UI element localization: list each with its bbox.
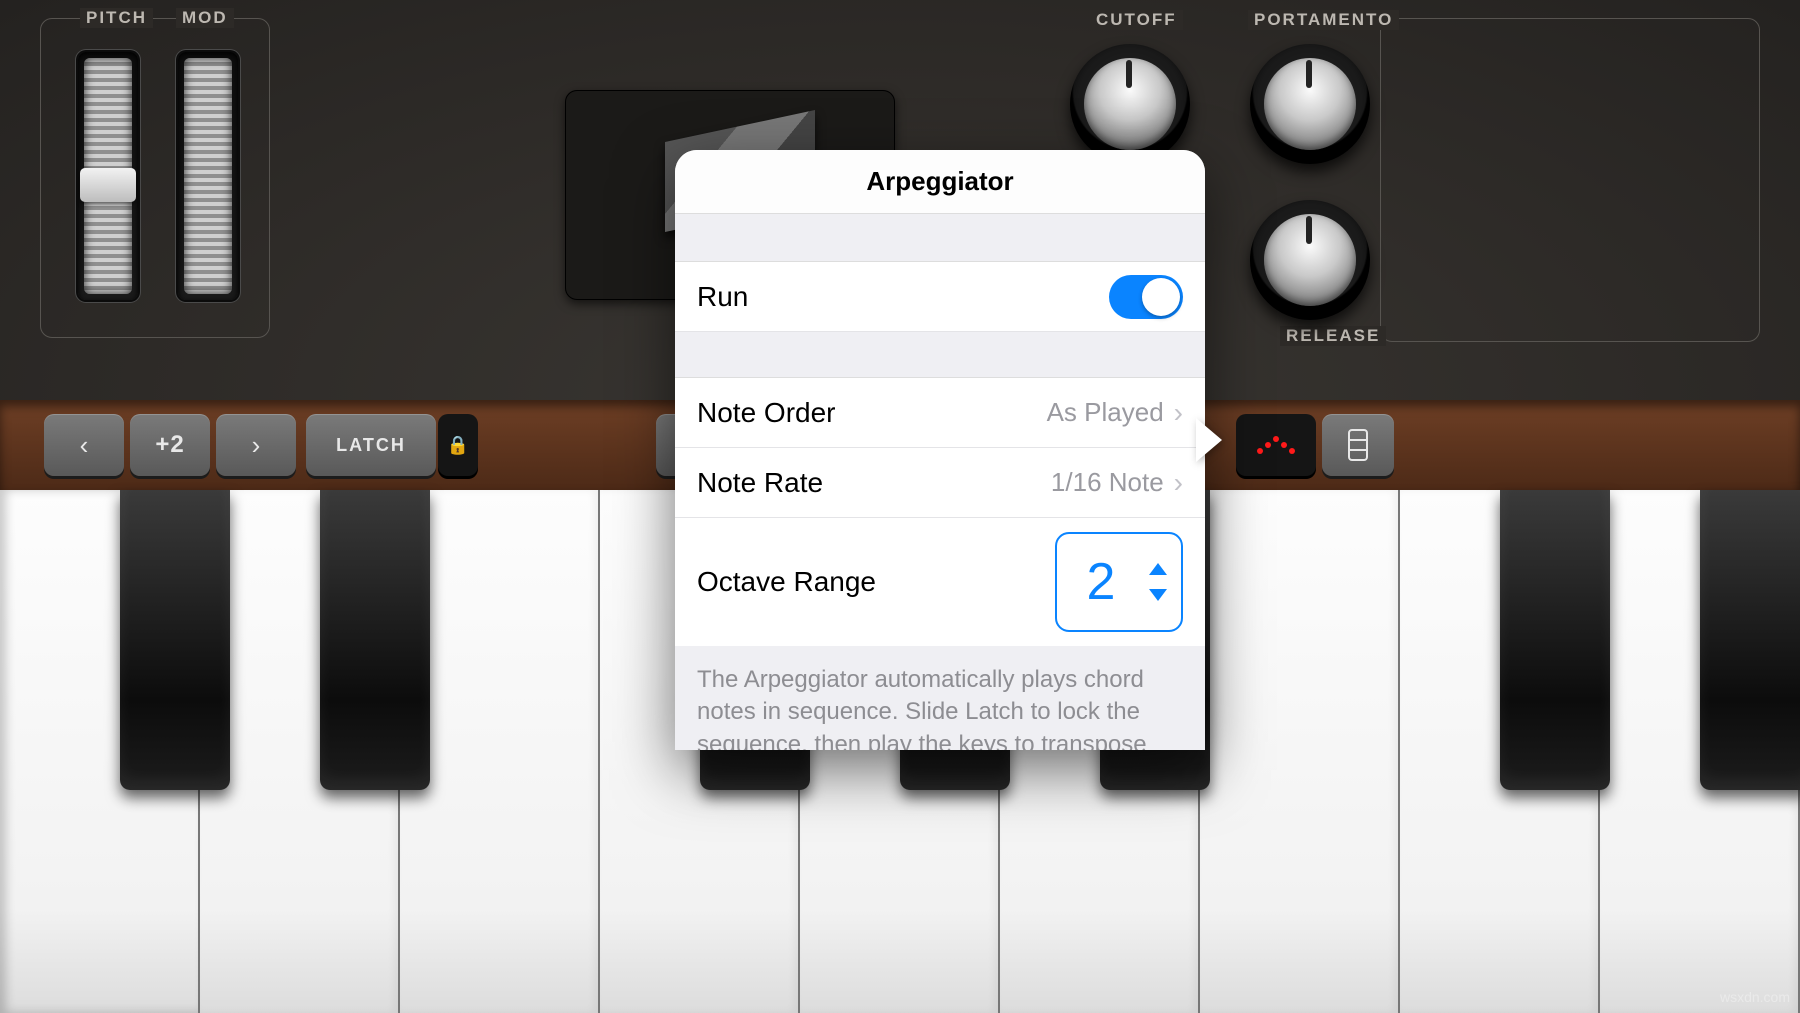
note-rate-row[interactable]: Note Rate 1/16 Note ›: [675, 448, 1205, 518]
popup-arrow-icon: [1196, 418, 1222, 462]
stepper-down-icon[interactable]: [1149, 589, 1167, 601]
pitch-label: PITCH: [80, 8, 153, 28]
octave-range-value: 2: [1071, 552, 1131, 612]
white-key[interactable]: [400, 490, 600, 1013]
note-rate-value: 1/16 Note: [1051, 467, 1164, 498]
latch-label: LATCH: [336, 435, 406, 456]
white-key[interactable]: [1200, 490, 1400, 1013]
stepper-up-icon[interactable]: [1149, 563, 1167, 575]
note-order-row[interactable]: Note Order As Played ›: [675, 378, 1205, 448]
popup-section-gap: [675, 332, 1205, 378]
mod-label: MOD: [176, 8, 234, 28]
octave-offset-value: +2: [155, 431, 184, 459]
octave-offset-display[interactable]: +2: [130, 414, 210, 476]
octave-range-label: Octave Range: [697, 566, 876, 598]
run-label: Run: [697, 281, 748, 313]
black-key[interactable]: [1500, 490, 1610, 790]
mod-wheel[interactable]: [178, 52, 238, 300]
keyboard-layout-icon: [1347, 428, 1369, 462]
black-key[interactable]: [120, 490, 230, 790]
octave-down-button[interactable]: ‹: [44, 414, 124, 476]
chevron-right-icon: ›: [1174, 397, 1183, 429]
run-toggle[interactable]: [1109, 275, 1183, 319]
release-knob[interactable]: [1250, 200, 1370, 320]
note-order-label: Note Order: [697, 397, 836, 429]
arpeggiator-icon: [1256, 435, 1296, 455]
note-rate-label: Note Rate: [697, 467, 823, 499]
release-label: RELEASE: [1280, 326, 1386, 346]
octave-range-stepper[interactable]: 2: [1055, 532, 1183, 632]
chevron-left-icon: ‹: [80, 430, 89, 461]
popup-title: Arpeggiator: [675, 150, 1205, 214]
cutoff-label: CUTOFF: [1090, 10, 1183, 30]
lock-icon: 🔒: [447, 435, 469, 456]
pitch-wheel[interactable]: [78, 52, 138, 300]
octave-up-button[interactable]: ›: [216, 414, 296, 476]
portamento-label: PORTAMENTO: [1248, 10, 1399, 30]
watermark: wsxdn.com: [1720, 989, 1790, 1005]
latch-button[interactable]: LATCH: [306, 414, 436, 476]
cutoff-knob[interactable]: [1070, 44, 1190, 164]
knobs-frame: [1380, 18, 1760, 342]
popup-description: The Arpeggiator automatically plays chor…: [675, 646, 1205, 750]
chevron-right-icon: ›: [1174, 467, 1183, 499]
arpeggiator-popup: Arpeggiator Run Note Order As Played › N…: [675, 150, 1205, 750]
octave-range-row: Octave Range 2: [675, 518, 1205, 646]
keyboard-layout-button[interactable]: [1322, 414, 1394, 476]
black-key[interactable]: [320, 490, 430, 790]
note-order-value: As Played: [1047, 397, 1164, 428]
lock-button[interactable]: 🔒: [438, 414, 478, 476]
arpeggiator-button[interactable]: [1236, 414, 1316, 476]
black-key[interactable]: [1700, 490, 1800, 790]
popup-section-gap: [675, 214, 1205, 262]
portamento-knob[interactable]: [1250, 44, 1370, 164]
run-row: Run: [675, 262, 1205, 332]
chevron-right-icon: ›: [252, 430, 261, 461]
